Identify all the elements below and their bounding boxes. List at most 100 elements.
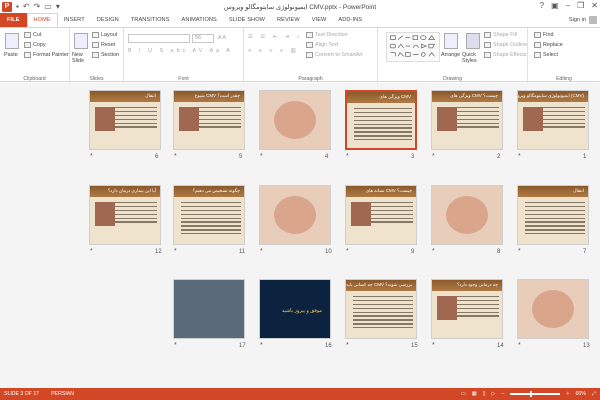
transition-star-icon[interactable]: * <box>174 153 177 160</box>
help-icon[interactable]: ? <box>540 1 544 10</box>
convert-smartart-button[interactable]: Convert to SmartArt <box>306 52 363 58</box>
slide-thumbnail[interactable] <box>259 90 331 150</box>
align-text-button[interactable]: Align Text <box>306 42 338 48</box>
tab-design[interactable]: DESIGN <box>91 13 125 27</box>
transition-star-icon[interactable]: * <box>260 342 263 349</box>
fit-slide-icon[interactable]: ⤢ <box>592 391 596 398</box>
slide-title-bar: انتقال <box>518 186 588 197</box>
cut-label: Cut <box>33 32 42 38</box>
transition-star-icon[interactable]: * <box>432 248 435 255</box>
sign-in[interactable]: Sign in <box>569 16 597 24</box>
transition-star-icon[interactable]: * <box>174 342 177 349</box>
tab-review[interactable]: REVIEW <box>271 13 306 27</box>
slide-sorter: ایمیونولوژی سایتومگالو ویروس (CMV) 1 * ویژگ… <box>0 83 600 388</box>
find-button[interactable]: Find <box>534 32 554 38</box>
select-button[interactable]: Select <box>534 52 558 58</box>
replace-button[interactable]: Replace <box>534 42 563 48</box>
slide-thumbnail[interactable]: ویژگی های CMV <box>345 90 417 150</box>
font-size-field[interactable]: 56 <box>192 34 214 43</box>
align-buttons[interactable]: ≡ ≡ ≡ ≡ ▥ <box>248 48 299 54</box>
zoom-slider[interactable] <box>510 391 561 397</box>
language-indicator[interactable]: PERSIAN <box>51 391 74 397</box>
slide-thumbnail[interactable]: انتقال <box>89 90 161 150</box>
slide-number: 15 <box>411 343 418 349</box>
tab-slide-show[interactable]: SLIDE SHOW <box>223 13 271 27</box>
slide-title-bar: نشانه های CMV چیست؟ <box>346 186 416 197</box>
tab-add-ins[interactable]: ADD-INS <box>332 13 368 27</box>
new-slide-icon[interactable] <box>74 33 88 49</box>
zoom-out-icon[interactable]: – <box>502 391 505 397</box>
normal-view-icon[interactable]: ▭ <box>461 391 466 397</box>
slideshow-view-icon[interactable]: ▷ <box>492 391 496 397</box>
zoom-in-icon[interactable]: + <box>566 391 569 397</box>
slide-thumbnail[interactable] <box>431 185 503 245</box>
paragraph-label: Paragraph <box>298 76 323 82</box>
transition-star-icon[interactable]: * <box>518 153 521 160</box>
grow-font-icon[interactable]: A A <box>218 35 226 41</box>
transition-star-icon[interactable]: * <box>346 153 349 160</box>
slide-thumbnail[interactable]: چه درمانی وجود دارد؟ <box>431 279 503 339</box>
format-painter-button[interactable]: Format Painter <box>24 52 69 58</box>
slide-thumbnail[interactable] <box>173 279 245 339</box>
transition-star-icon[interactable]: * <box>346 342 349 349</box>
close-icon[interactable]: ✕ <box>591 1 598 10</box>
text-direction-button[interactable]: Text Direction <box>306 32 348 38</box>
tab-transitions[interactable]: TRANSITIONS <box>125 13 176 27</box>
transition-star-icon[interactable]: * <box>432 342 435 349</box>
cut-button[interactable]: Cut <box>24 32 41 38</box>
transition-star-icon[interactable]: * <box>90 153 93 160</box>
arrange-icon[interactable] <box>444 33 458 49</box>
tab-home[interactable]: HOME <box>26 13 58 27</box>
slide-thumbnail[interactable]: ایمیونولوژی سایتومگالو ویروس (CMV) <box>517 90 589 150</box>
transition-star-icon[interactable]: * <box>260 153 263 160</box>
slide-thumbnail[interactable] <box>517 279 589 339</box>
sign-in-label[interactable]: Sign in <box>569 17 586 23</box>
slide-thumbnail[interactable]: چه کسانی باید در برابر CMV بررسی شوند؟ <box>345 279 417 339</box>
transition-star-icon[interactable]: * <box>518 248 521 255</box>
transition-star-icon[interactable]: * <box>432 153 435 160</box>
list-buttons[interactable]: ☰ ☰ ⇤ ⇥ ↕ <box>248 34 302 40</box>
reading-view-icon[interactable]: ▯ <box>483 391 486 397</box>
slide-thumbnail[interactable]: شیوع CMV چقدر است؟ <box>173 90 245 150</box>
transition-star-icon[interactable]: * <box>518 342 521 349</box>
shape-outline-button[interactable]: Shape Outline <box>484 42 527 48</box>
slide-thumbnail[interactable]: چگونه تشخیص می دهیم؟ <box>173 185 245 245</box>
paste-icon[interactable] <box>5 33 19 49</box>
transition-star-icon[interactable]: * <box>90 248 93 255</box>
minimize-icon[interactable]: – <box>566 1 570 10</box>
slide-thumbnail[interactable]: انتقال <box>517 185 589 245</box>
quick-styles-button[interactable]: Quick Styles <box>462 52 482 64</box>
tab-view[interactable]: VIEW <box>306 13 333 27</box>
sorter-view-icon[interactable]: ▦ <box>472 391 477 397</box>
arrange-button[interactable]: Arrange <box>441 52 460 58</box>
tab-file[interactable]: FILE <box>0 13 27 27</box>
shape-fill-button[interactable]: Shape Fill <box>484 32 517 38</box>
font-name-field[interactable] <box>128 34 190 43</box>
slide-thumbnail[interactable]: ویژگی های CMV چیست؟ <box>431 90 503 150</box>
shape-effects-button[interactable]: Shape Effects <box>484 52 526 58</box>
reset-button[interactable]: Reset <box>92 42 115 48</box>
transition-star-icon[interactable]: * <box>174 248 177 255</box>
quick-styles-icon[interactable] <box>466 33 480 49</box>
section-button[interactable]: Section <box>92 52 119 58</box>
layout-button[interactable]: Layout <box>92 32 117 38</box>
font-style-buttons[interactable]: B I U S abc AV Aa A <box>128 48 233 54</box>
tab-animations[interactable]: ANIMATIONS <box>176 13 223 27</box>
zoom-level[interactable]: 66% <box>575 391 585 397</box>
paste-button[interactable]: Paste <box>4 52 18 58</box>
slide-thumbnail[interactable]: آیا این بیماری درمان دارد؟ <box>89 185 161 245</box>
shapes-gallery[interactable] <box>386 32 440 62</box>
slide-body-text <box>367 202 413 225</box>
tab-insert[interactable]: INSERT <box>58 13 91 27</box>
slide-thumbnail[interactable]: نشانه های CMV چیست؟ <box>345 185 417 245</box>
transition-star-icon[interactable]: * <box>260 248 263 255</box>
copy-button[interactable]: Copy <box>24 42 46 48</box>
slide-thumbnail[interactable] <box>259 185 331 245</box>
new-slide-button[interactable]: New Slide <box>72 52 92 64</box>
slide-thumbnail[interactable]: موفق و پیروز باشید <box>259 279 331 339</box>
ribbon-display-icon[interactable]: ▣ <box>551 1 559 10</box>
restore-icon[interactable]: ❐ <box>577 1 584 10</box>
transition-star-icon[interactable]: * <box>346 248 349 255</box>
slide-number: 13 <box>583 343 590 349</box>
avatar[interactable] <box>589 16 597 24</box>
